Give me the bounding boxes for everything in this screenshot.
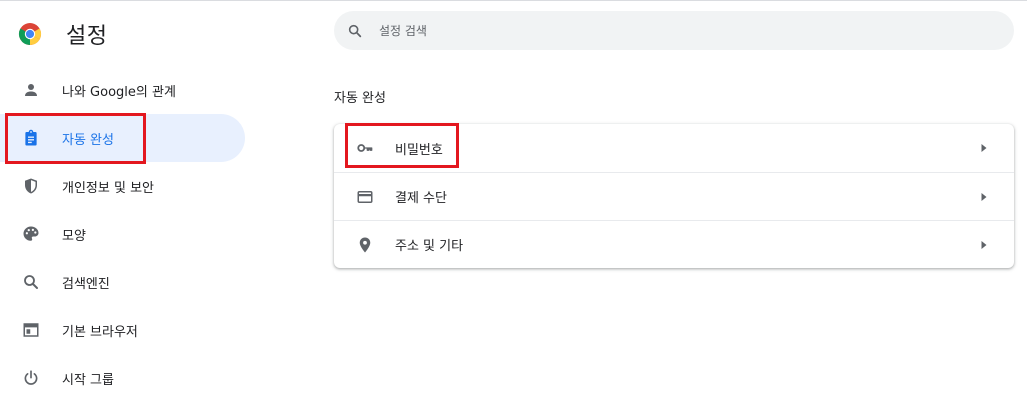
- key-icon: [357, 144, 373, 152]
- chrome-logo-icon: [18, 23, 42, 45]
- search-icon: [348, 24, 362, 37]
- header: 설정: [18, 18, 107, 50]
- shield-icon: [25, 178, 37, 194]
- sidebar-item-label: 기본 브라우저: [62, 324, 138, 340]
- sidebar-item-label: 시작 그룹: [62, 372, 114, 388]
- row-addresses[interactable]: 주소 및 기타: [334, 220, 1014, 268]
- arrow-right-icon: [981, 240, 987, 249]
- arrow-right-icon: [981, 192, 987, 201]
- section-title: 자동 완성: [334, 91, 386, 106]
- sidebar-item-you-and-google[interactable]: 나와 Google의 관계: [0, 66, 245, 114]
- person-icon: [25, 84, 37, 96]
- row-passwords[interactable]: 비밀번호: [334, 124, 1014, 172]
- row-label: 주소 및 기타: [395, 239, 464, 254]
- sidebar-item-label: 개인정보 및 보안: [62, 180, 154, 196]
- row-payment-methods[interactable]: 결제 수단: [334, 172, 1014, 220]
- credit-card-icon: [357, 190, 373, 203]
- settings-search-bar[interactable]: [334, 11, 1014, 50]
- search-icon: [24, 275, 38, 289]
- sidebar-item-privacy-security[interactable]: 개인정보 및 보안: [0, 162, 245, 210]
- sidebar-item-on-startup[interactable]: 시작 그룹: [0, 354, 245, 402]
- browser-window-icon: [23, 323, 39, 337]
- row-label: 비밀번호: [395, 142, 443, 158]
- clipboard-icon: [25, 129, 37, 146]
- sidebar-item-label: 나와 Google의 관계: [62, 84, 176, 100]
- arrow-right-icon: [981, 144, 987, 152]
- page-title: 설정: [66, 24, 108, 49]
- sidebar-item-label: 검색엔진: [62, 276, 110, 292]
- row-label: 결제 수단: [395, 191, 447, 206]
- palette-icon: [23, 226, 39, 241]
- sidebar: 나와 Google의 관계 자동 완성 개인정보 및 보안 모양 검색엔진 기본…: [0, 66, 245, 402]
- power-icon: [24, 370, 38, 385]
- sidebar-item-default-browser[interactable]: 기본 브라우저: [0, 306, 245, 354]
- sidebar-item-label: 자동 완성: [62, 132, 114, 148]
- sidebar-item-autofill[interactable]: 자동 완성: [0, 114, 245, 162]
- sidebar-item-appearance[interactable]: 모양: [0, 210, 245, 258]
- autofill-card: 비밀번호 결제 수단 주소 및 기타: [334, 124, 1014, 268]
- sidebar-item-search-engine[interactable]: 검색엔진: [0, 258, 245, 306]
- location-pin-icon: [359, 237, 371, 252]
- search-input[interactable]: [377, 22, 981, 39]
- sidebar-item-label: 모양: [62, 228, 86, 244]
- settings-page: 설정 나와 Google의 관계 자동 완성: [0, 0, 1027, 402]
